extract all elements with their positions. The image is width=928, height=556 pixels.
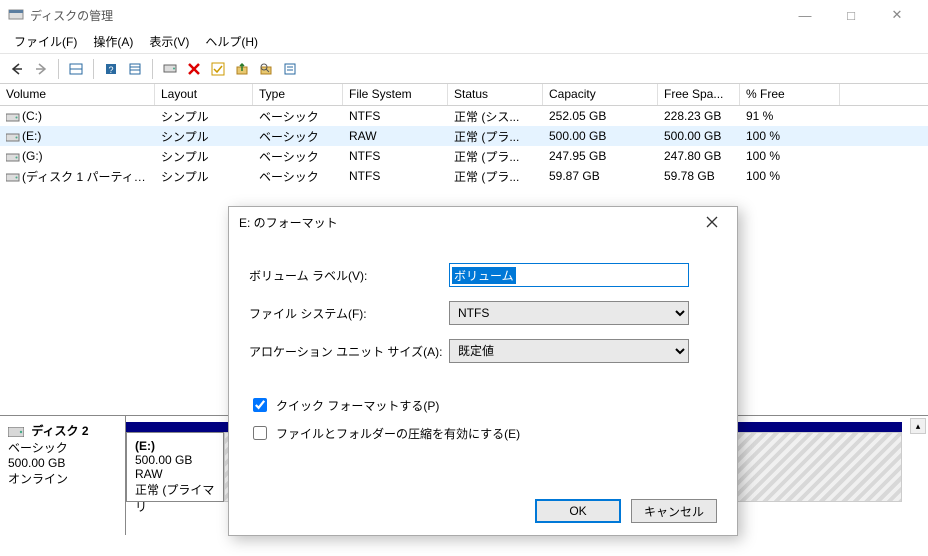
app-icon [8, 7, 24, 23]
allocation-select[interactable]: 既定値 [449, 339, 689, 363]
menu-bar: ファイル(F) 操作(A) 表示(V) ヘルプ(H) [0, 30, 928, 54]
col-volume[interactable]: Volume [0, 84, 155, 105]
check-icon[interactable] [207, 58, 229, 80]
help-icon[interactable]: ? [100, 58, 122, 80]
dialog-titlebar: E: のフォーマット [229, 207, 737, 237]
svg-text:?: ? [108, 65, 113, 75]
ok-button[interactable]: OK [535, 499, 621, 523]
volume-row[interactable]: (ディスク 1 パーティシ...シンプルベーシックNTFS正常 (プラ...59… [0, 166, 928, 186]
volume-box-e[interactable]: (E:) 500.00 GB RAW 正常 (プライマリ [126, 432, 224, 502]
col-freespace[interactable]: Free Spa... [658, 84, 740, 105]
col-pctfree[interactable]: % Free [740, 84, 840, 105]
filesystem-select[interactable]: NTFS [449, 301, 689, 325]
cancel-button[interactable]: キャンセル [631, 499, 717, 523]
menu-view[interactable]: 表示(V) [141, 31, 197, 52]
menu-file[interactable]: ファイル(F) [6, 31, 85, 52]
maximize-button[interactable]: □ [828, 0, 874, 30]
volume-row[interactable]: (G:)シンプルベーシックNTFS正常 (プラ...247.95 GB247.8… [0, 146, 928, 166]
disk-type: ベーシック [8, 441, 68, 455]
disk-name: ディスク 2 [31, 424, 88, 438]
menu-action[interactable]: 操作(A) [85, 31, 141, 52]
disk-drive-icon [8, 426, 24, 438]
back-icon[interactable] [6, 58, 28, 80]
volbox-status: 正常 (プライマリ [135, 483, 214, 514]
folder-up-icon[interactable] [231, 58, 253, 80]
forward-icon[interactable] [30, 58, 52, 80]
col-layout[interactable]: Layout [155, 84, 253, 105]
volume-row[interactable]: (E:)シンプルベーシックRAW正常 (プラ...500.00 GB500.00… [0, 126, 928, 146]
compression-label: ファイルとフォルダーの圧縮を有効にする(E) [276, 425, 520, 442]
col-filesystem[interactable]: File System [343, 84, 448, 105]
col-capacity[interactable]: Capacity [543, 84, 658, 105]
compression-checkbox[interactable] [253, 426, 267, 440]
scroll-up-button[interactable]: ▴ [910, 418, 926, 434]
window-title: ディスクの管理 [30, 7, 782, 24]
col-type[interactable]: Type [253, 84, 343, 105]
allocation-label: アロケーション ユニット サイズ(A): [249, 343, 449, 360]
volume-label-input[interactable]: ボリューム [452, 267, 516, 284]
delete-icon[interactable] [183, 58, 205, 80]
window-titlebar: ディスクの管理 — □ ✕ [0, 0, 928, 30]
close-button[interactable]: ✕ [874, 0, 920, 30]
view-panes-icon[interactable] [65, 58, 87, 80]
volume-list-header: Volume Layout Type File System Status Ca… [0, 84, 928, 106]
list-icon[interactable] [124, 58, 146, 80]
dialog-title: E: のフォーマット [239, 214, 697, 231]
format-dialog: E: のフォーマット ボリューム ラベル(V): ボリューム ファイル システム… [228, 206, 738, 536]
filesystem-label: ファイル システム(F): [249, 305, 449, 322]
volume-row[interactable]: (C:)シンプルベーシックNTFS正常 (シス...252.05 GB228.2… [0, 106, 928, 126]
disk-info: ディスク 2 ベーシック 500.00 GB オンライン [0, 416, 126, 535]
menu-help[interactable]: ヘルプ(H) [197, 31, 266, 52]
volume-label-label: ボリューム ラベル(V): [249, 267, 449, 284]
volbox-size: 500.00 GB RAW [135, 453, 192, 481]
quick-format-label: クイック フォーマットする(P) [276, 397, 439, 414]
dialog-close-button[interactable] [697, 207, 727, 237]
disk-state: オンライン [8, 472, 68, 486]
quick-format-checkbox[interactable] [253, 398, 267, 412]
properties-icon[interactable] [279, 58, 301, 80]
toolbar: ? [0, 54, 928, 84]
volume-list: (C:)シンプルベーシックNTFS正常 (シス...252.05 GB228.2… [0, 106, 928, 186]
disk-icon[interactable] [159, 58, 181, 80]
disk-size: 500.00 GB [8, 456, 65, 470]
col-status[interactable]: Status [448, 84, 543, 105]
search-icon[interactable] [255, 58, 277, 80]
minimize-button[interactable]: — [782, 0, 828, 30]
volbox-label: (E:) [135, 439, 155, 453]
